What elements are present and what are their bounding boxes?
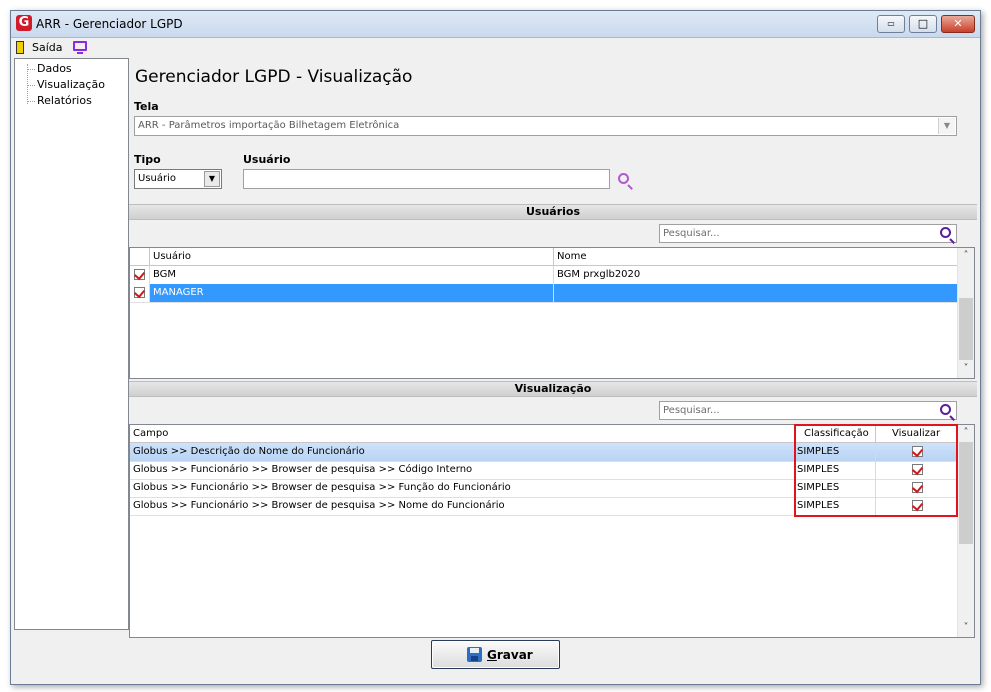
- column-header-campo[interactable]: Campo: [130, 425, 796, 442]
- minimize-icon: ▭: [887, 19, 895, 28]
- chevron-down-icon[interactable]: ▼: [204, 171, 220, 187]
- minimize-button[interactable]: ▭: [877, 15, 905, 33]
- save-button-label: Gravar: [487, 648, 533, 662]
- cell-classificacao[interactable]: SIMPLES: [796, 497, 876, 515]
- usuarios-section-header: Usuários: [129, 204, 977, 220]
- cell-nome: BGM prxglb2020: [554, 266, 959, 284]
- monitor-icon[interactable]: [73, 41, 87, 51]
- visualizar-checkbox[interactable]: [912, 464, 923, 475]
- usuario-input[interactable]: [243, 169, 610, 189]
- monitor-stand: [77, 52, 83, 54]
- visualizar-checkbox[interactable]: [912, 500, 923, 511]
- maximize-button[interactable]: □: [909, 15, 937, 33]
- usuarios-grid-header: Usuário Nome: [130, 248, 959, 266]
- table-row[interactable]: Globus >> Funcionário >> Browser de pesq…: [130, 461, 959, 480]
- cell-usuario: BGM: [150, 266, 554, 284]
- visualizacao-search-placeholder: Pesquisar...: [663, 405, 720, 416]
- cell-nome: [554, 284, 959, 302]
- cell-visualizar: [876, 479, 959, 497]
- tree-connector: [27, 64, 28, 104]
- tree-item-dados[interactable]: Dados: [37, 62, 72, 75]
- column-header-classificacao[interactable]: Classificação: [796, 425, 876, 442]
- column-header-usuario[interactable]: Usuário: [150, 248, 554, 265]
- page-title: Gerenciador LGPD - Visualização: [135, 67, 413, 87]
- tree-item-visualizacao[interactable]: Visualização: [37, 78, 105, 91]
- visualizacao-section-header: Visualização: [129, 381, 977, 397]
- visualizacao-scrollbar[interactable]: ˄ ˅: [957, 425, 974, 637]
- usuario-label: Usuário: [243, 153, 291, 166]
- row-checkbox[interactable]: [134, 287, 145, 298]
- tree-connector: [27, 69, 35, 70]
- tipo-label: Tipo: [134, 153, 161, 166]
- scroll-down-icon[interactable]: ˅: [958, 361, 974, 377]
- scroll-up-icon[interactable]: ˄: [958, 248, 974, 264]
- maximize-icon: □: [917, 17, 929, 30]
- save-button[interactable]: Gravar: [431, 640, 560, 669]
- table-row[interactable]: BGM BGM prxglb2020: [130, 266, 959, 285]
- row-check-cell: [130, 284, 150, 302]
- usuarios-search-placeholder: Pesquisar...: [663, 228, 720, 239]
- cell-classificacao[interactable]: SIMPLES: [796, 461, 876, 479]
- table-row-selected[interactable]: Globus >> Descrição do Nome do Funcionár…: [130, 443, 959, 462]
- tree-item-relatorios[interactable]: Relatórios: [37, 94, 92, 107]
- scroll-down-icon[interactable]: ˅: [958, 620, 974, 636]
- tela-select-value: ARR - Parâmetros importação Bilhetagem E…: [138, 120, 400, 131]
- usuarios-search-input[interactable]: Pesquisar...: [659, 224, 957, 243]
- cell-visualizar: [876, 461, 959, 479]
- usuarios-grid: Usuário Nome BGM BGM prxglb2020 MANAGER …: [129, 247, 975, 379]
- cell-classificacao[interactable]: SIMPLES: [796, 443, 876, 461]
- cell-campo: Globus >> Funcionário >> Browser de pesq…: [130, 461, 796, 479]
- search-icon[interactable]: [940, 227, 951, 238]
- tree-connector: [27, 85, 35, 86]
- usuarios-scrollbar[interactable]: ˄ ˅: [957, 248, 974, 378]
- floppy-disk-icon: [467, 647, 482, 662]
- column-header-nome[interactable]: Nome: [554, 248, 959, 265]
- scroll-thumb[interactable]: [959, 298, 973, 360]
- tipo-select[interactable]: Usuário ▼: [134, 169, 222, 189]
- cell-classificacao[interactable]: SIMPLES: [796, 479, 876, 497]
- tree-connector: [27, 101, 35, 102]
- scroll-thumb[interactable]: [959, 442, 973, 544]
- search-icon[interactable]: [940, 404, 951, 415]
- close-button[interactable]: ✕: [941, 15, 975, 33]
- column-header-visualizar[interactable]: Visualizar: [876, 425, 959, 442]
- visualizacao-search-input[interactable]: Pesquisar...: [659, 401, 957, 420]
- visualizacao-grid-header: Campo Classificação Visualizar: [130, 425, 959, 443]
- search-icon[interactable]: [618, 173, 629, 184]
- title-bar: G ARR - Gerenciador LGPD ▭ □ ✕: [11, 11, 980, 38]
- row-check-cell: [130, 266, 150, 284]
- cell-campo: Globus >> Descrição do Nome do Funcionár…: [130, 443, 796, 461]
- app-logo-icon: G: [16, 15, 32, 31]
- visualizacao-grid: Campo Classificação Visualizar Globus >>…: [129, 424, 975, 638]
- navigation-tree: Dados Visualização Relatórios: [14, 58, 129, 630]
- cell-campo: Globus >> Funcionário >> Browser de pesq…: [130, 479, 796, 497]
- table-row[interactable]: Globus >> Funcionário >> Browser de pesq…: [130, 497, 959, 516]
- main-window: G ARR - Gerenciador LGPD ▭ □ ✕ Saída Dad…: [10, 10, 981, 685]
- row-checkbox[interactable]: [134, 269, 145, 280]
- column-header-check: [130, 248, 150, 265]
- scroll-up-icon[interactable]: ˄: [958, 425, 974, 441]
- main-content: Gerenciador LGPD - Visualização Tela ARR…: [129, 58, 977, 638]
- exit-door-icon[interactable]: [16, 41, 24, 54]
- cell-campo: Globus >> Funcionário >> Browser de pesq…: [130, 497, 796, 515]
- cell-usuario: MANAGER: [150, 284, 554, 302]
- exit-menu-item[interactable]: Saída: [32, 41, 63, 54]
- chevron-down-icon[interactable]: ▼: [938, 118, 955, 134]
- cell-visualizar: [876, 443, 959, 461]
- table-row[interactable]: Globus >> Funcionário >> Browser de pesq…: [130, 479, 959, 498]
- tela-select[interactable]: ARR - Parâmetros importação Bilhetagem E…: [134, 116, 957, 136]
- visualizar-checkbox[interactable]: [912, 446, 923, 457]
- visualizar-checkbox[interactable]: [912, 482, 923, 493]
- tipo-select-value: Usuário: [138, 173, 177, 184]
- tela-label: Tela: [134, 100, 159, 113]
- table-row-selected[interactable]: MANAGER: [130, 284, 959, 303]
- close-icon: ✕: [953, 17, 963, 30]
- menu-bar: Saída: [11, 38, 980, 56]
- cell-visualizar: [876, 497, 959, 515]
- window-title: ARR - Gerenciador LGPD: [36, 17, 183, 31]
